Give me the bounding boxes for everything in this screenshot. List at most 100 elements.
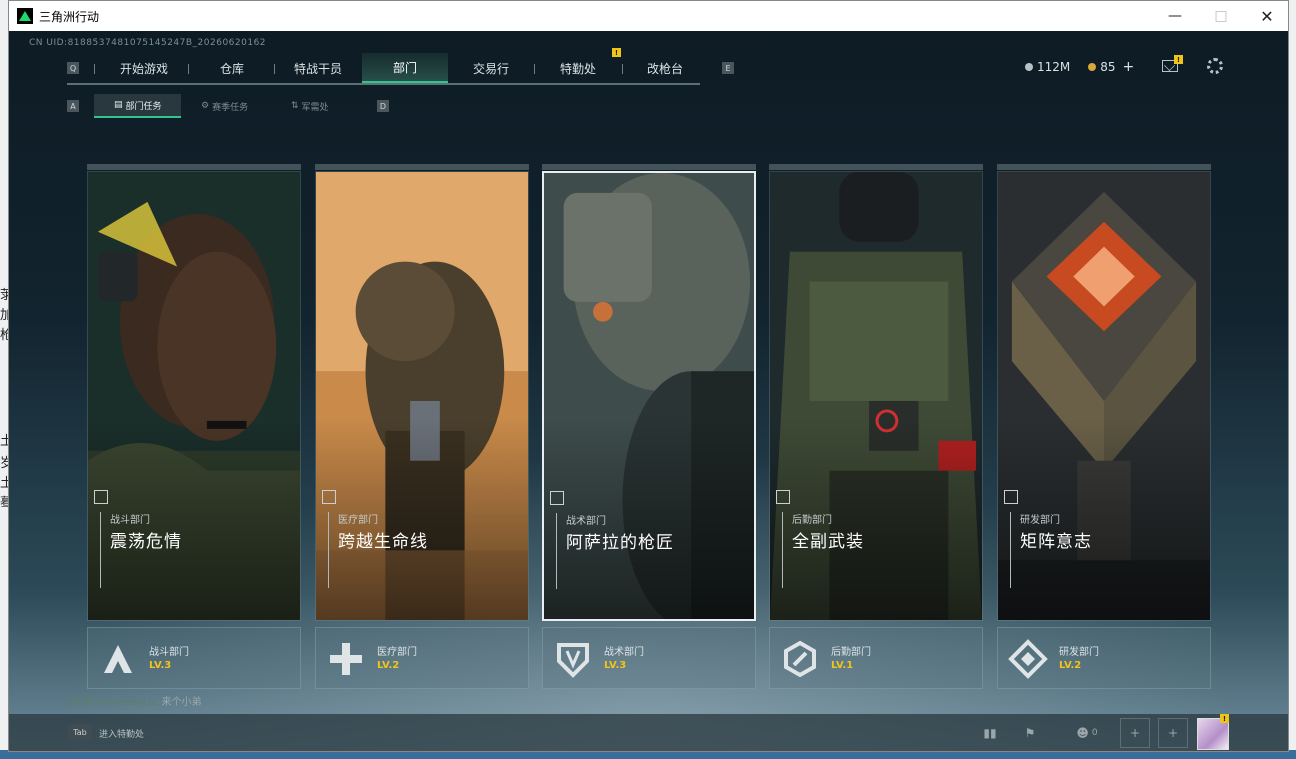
department-info-tactical[interactable]: 战术部门 LV.3	[542, 627, 756, 689]
stats-chart-icon[interactable]: ▮▮	[975, 718, 1005, 748]
card-decor-line	[328, 512, 329, 588]
medical-cross-icon	[324, 637, 368, 681]
nav-separator	[94, 64, 95, 74]
maximize-button[interactable]: □	[1198, 1, 1244, 31]
expand-icon	[776, 490, 790, 504]
expand-icon	[322, 490, 336, 504]
department-card-research[interactable]: 研发部门 矩阵意志	[997, 171, 1211, 621]
card-header-strip	[542, 164, 756, 170]
nav-separator	[188, 64, 189, 74]
gold-coin-icon	[1088, 63, 1097, 71]
gear-icon[interactable]	[1207, 58, 1223, 74]
notification-badge: !	[612, 48, 621, 57]
card-department-label: 医疗部门	[338, 515, 378, 526]
info-department-name: 战斗部门	[149, 647, 189, 658]
friends-icon: ☻	[1076, 726, 1089, 740]
window-title: 三角洲行动	[39, 9, 100, 24]
card-title: 全副武装	[792, 532, 864, 552]
expand-icon	[94, 490, 108, 504]
card-decor-line	[782, 512, 783, 588]
card-department-label: 研发部门	[1020, 515, 1060, 526]
department-card-medical[interactable]: 医疗部门 跨越生命线	[315, 171, 529, 621]
chat-message: 来个小弟	[161, 697, 202, 708]
card-department-label: 战术部门	[566, 516, 606, 527]
tab-special-ops[interactable]: 特勤处	[535, 53, 621, 83]
game-window: 三角洲行动 — □ ✕ CN UID:8188537481075145247B_…	[8, 0, 1289, 752]
card-header-strip	[769, 164, 983, 170]
add-currency-button[interactable]: +	[1123, 59, 1135, 75]
department-info-medical[interactable]: 医疗部门 LV.2	[315, 627, 529, 689]
key-hint-q: Q	[67, 62, 79, 74]
enter-special-ops-button[interactable]: 进入特勤处	[99, 727, 144, 740]
add-teammate-button[interactable]: +	[1120, 718, 1150, 748]
research-diamond-icon	[1006, 637, 1050, 681]
main-nav: Q 开始游戏 仓库 特战干员 部门 交易行 特勤处 ! 改枪台 E	[67, 48, 734, 85]
info-level: LV.1	[831, 660, 854, 671]
expand-icon	[550, 491, 564, 505]
tab-gunsmith[interactable]: 改枪台	[623, 53, 707, 83]
tab-department[interactable]: 部门	[362, 53, 448, 83]
nav-separator	[274, 64, 275, 74]
combat-dept-icon	[96, 637, 140, 681]
info-department-name: 战术部门	[604, 647, 644, 658]
info-level: LV.2	[1059, 660, 1082, 671]
notification-badge: !	[1220, 714, 1229, 723]
key-hint-a: A	[67, 100, 79, 112]
department-info-research[interactable]: 研发部门 LV.2	[997, 627, 1211, 689]
tab-start-game[interactable]: 开始游戏	[97, 53, 191, 83]
card-shade	[316, 172, 528, 620]
tray-icon: ⚙	[201, 101, 210, 111]
department-card-logistics[interactable]: 后勤部门 全副武装	[769, 171, 983, 621]
card-title: 矩阵意志	[1020, 532, 1092, 552]
document-icon: ▤	[114, 100, 123, 110]
add-teammate-button[interactable]: +	[1158, 718, 1188, 748]
card-header-strip	[997, 164, 1211, 170]
tab-market[interactable]: 交易行	[448, 53, 534, 83]
currency-bar: 112M 85 +	[1025, 58, 1134, 76]
card-title: 跨越生命线	[338, 532, 428, 552]
sub-nav: A ▤ 部门任务 ⚙ 赛季任务 ⇅ 军需处 D	[67, 94, 389, 118]
close-button[interactable]: ✕	[1244, 1, 1290, 31]
expand-icon	[1004, 490, 1018, 504]
tab-operators[interactable]: 特战干员	[277, 53, 359, 83]
info-level: LV.2	[377, 660, 400, 671]
subtab-label: 赛季任务	[212, 102, 249, 113]
chat-line: [世界] YankeesN.p. 来个小弟	[67, 693, 202, 708]
friends-count: 0	[1091, 728, 1098, 738]
silver-coin-icon	[1025, 63, 1033, 71]
tab-warehouse[interactable]: 仓库	[191, 53, 273, 83]
logistics-hex-icon	[778, 637, 822, 681]
subtab-department-tasks[interactable]: ▤ 部门任务	[94, 94, 181, 118]
card-header-strip	[87, 164, 301, 170]
subtab-label: 军需处	[301, 102, 329, 113]
window-titlebar[interactable]: 三角洲行动 — □ ✕	[9, 1, 1288, 31]
key-hint-d: D	[377, 100, 389, 112]
chat-channel: [世界] YankeesN.p.	[67, 697, 159, 708]
friends-button[interactable]: ☻ 0	[1067, 718, 1107, 748]
card-shade	[770, 172, 982, 620]
delta-force-logo-icon	[17, 8, 33, 24]
card-decor-line	[1010, 512, 1011, 588]
department-card-tactical[interactable]: 战术部门 阿萨拉的枪匠	[542, 171, 756, 621]
desktop-background	[1288, 0, 1296, 759]
game-viewport: CN UID:8188537481075145247B_20260620162 …	[9, 31, 1288, 751]
card-title: 阿萨拉的枪匠	[566, 533, 674, 553]
card-title: 震荡危情	[110, 532, 182, 552]
card-header-strip	[315, 164, 529, 170]
card-decor-line	[100, 512, 101, 588]
department-card-combat[interactable]: 战斗部门 震荡危情	[87, 171, 301, 621]
card-shade	[88, 172, 300, 620]
department-info-logistics[interactable]: 后勤部门 LV.1	[769, 627, 983, 689]
subtab-quartermaster[interactable]: ⇅ 军需处	[291, 94, 361, 118]
key-hint-e: E	[722, 62, 734, 74]
department-info-combat[interactable]: 战斗部门 LV.3	[87, 627, 301, 689]
subtab-label: 部门任务	[125, 101, 162, 112]
card-shade	[998, 172, 1210, 620]
tab-key-hint: Tab	[68, 724, 92, 740]
minimize-button[interactable]: —	[1152, 1, 1198, 31]
uid-label: CN UID:8188537481075145247B_20260620162	[29, 38, 267, 48]
currency-value: 112M	[1037, 60, 1071, 74]
subtab-season-tasks[interactable]: ⚙ 赛季任务	[201, 94, 271, 118]
flag-icon[interactable]: ⚑	[1015, 718, 1045, 748]
notification-badge: !	[1174, 55, 1183, 64]
